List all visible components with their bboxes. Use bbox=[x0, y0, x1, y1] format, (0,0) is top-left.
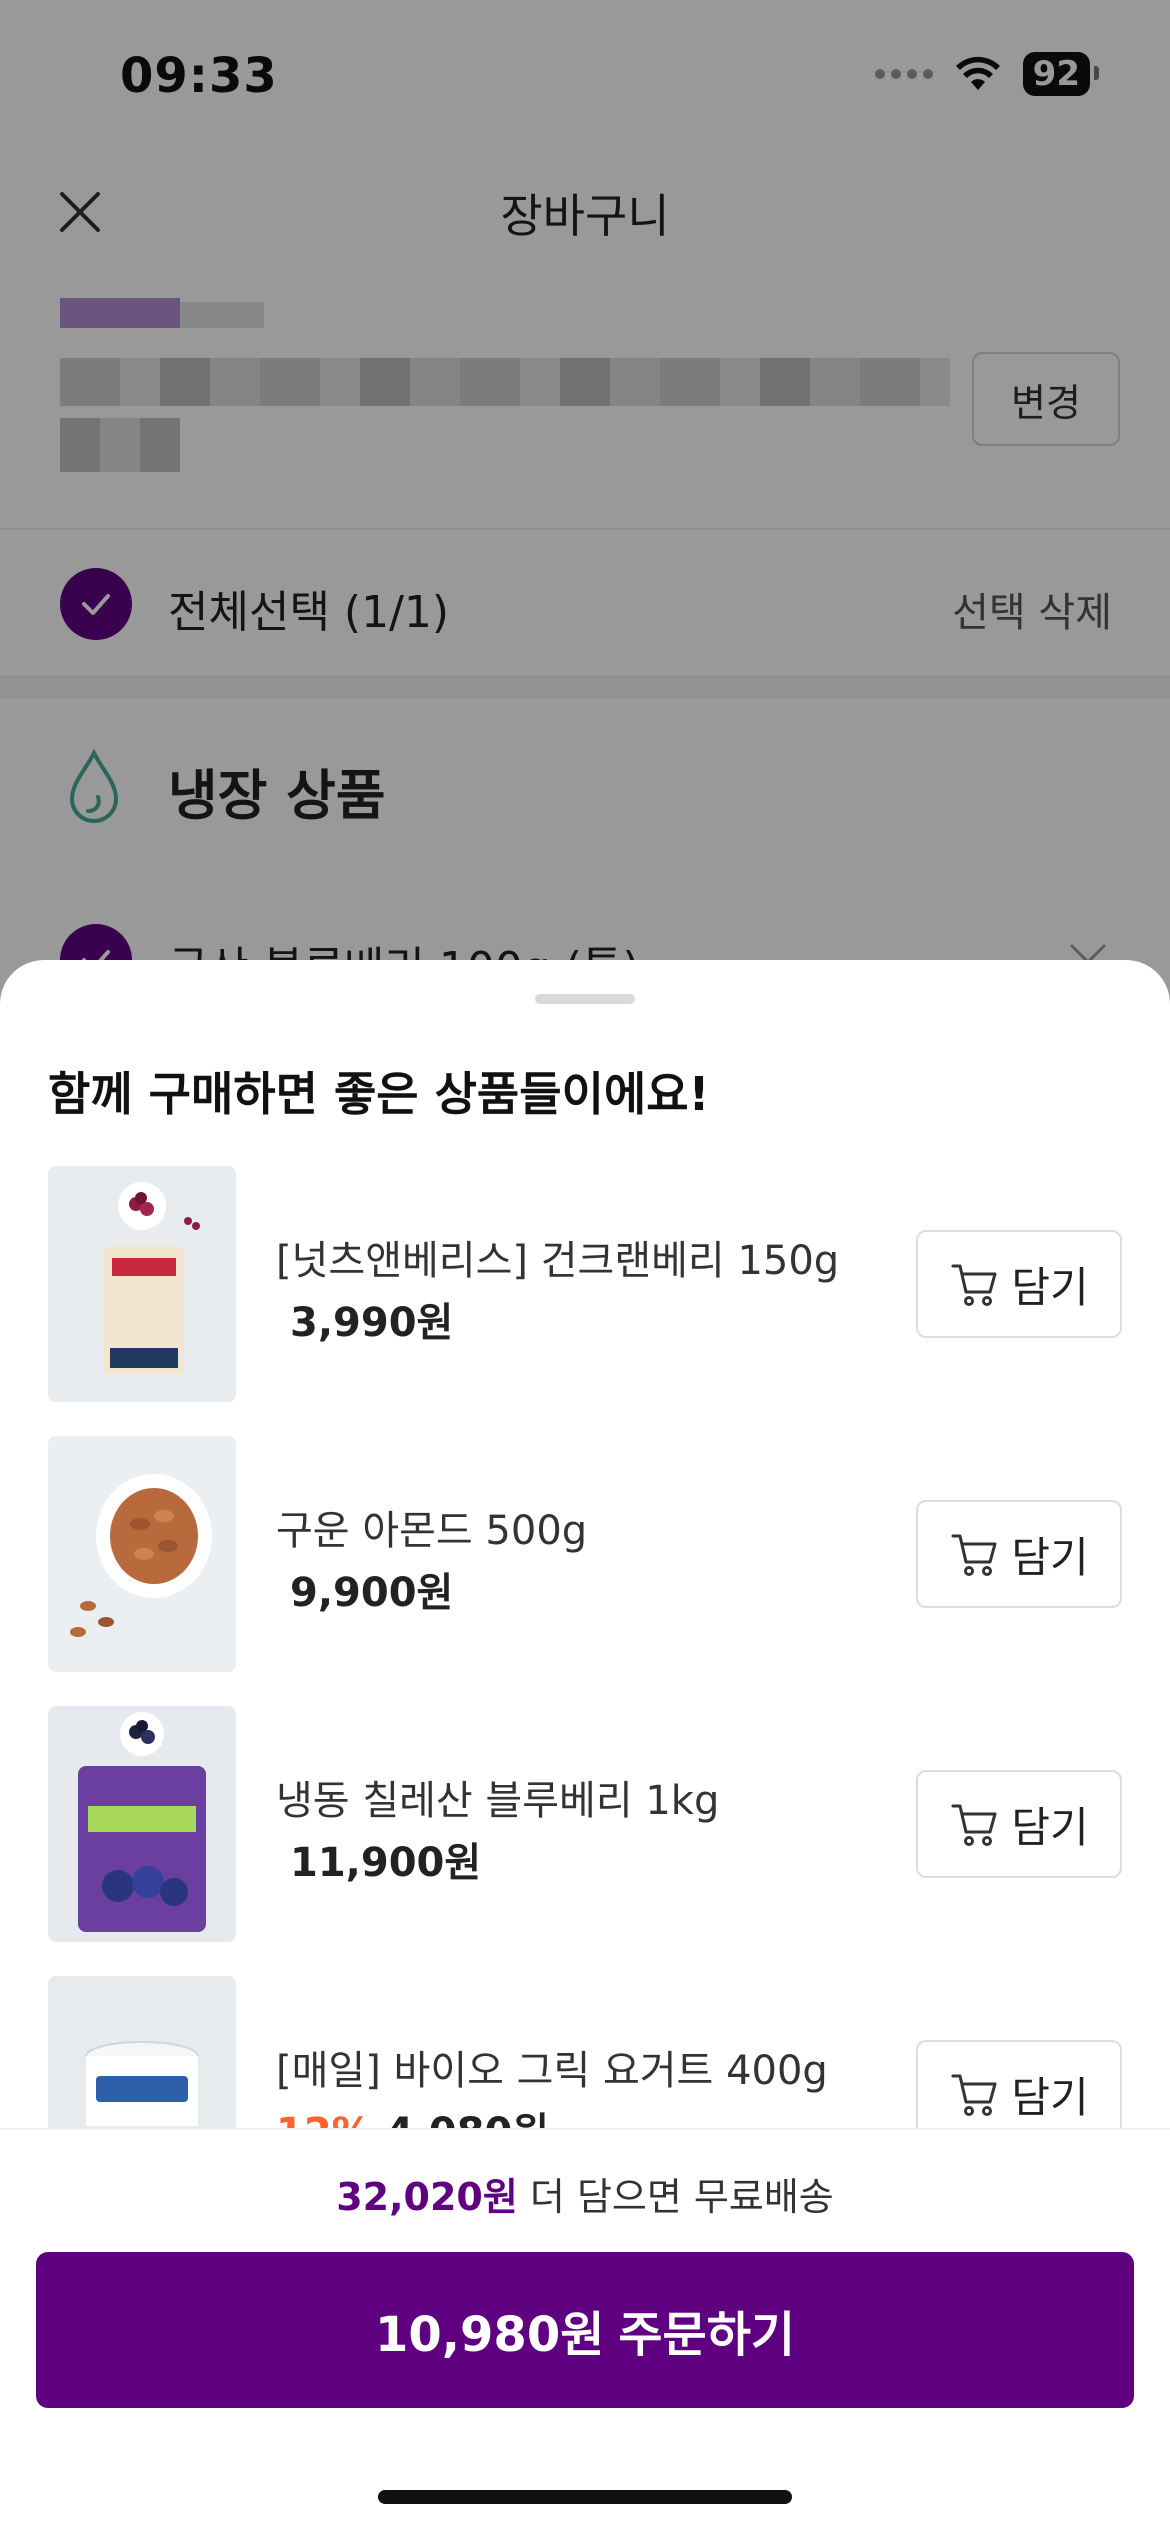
product-price: 9,900원 bbox=[276, 1560, 453, 1618]
product-thumbnail[interactable] bbox=[48, 1706, 236, 1942]
free-shipping-notice: 32,020원 더 담으면 무료배송 bbox=[0, 2166, 1170, 2221]
add-to-cart-label: 담기 bbox=[1011, 1802, 1089, 1852]
add-to-cart-label: 담기 bbox=[1011, 1262, 1089, 1312]
product-thumbnail[interactable] bbox=[48, 1166, 236, 1402]
add-to-cart-label: 담기 bbox=[1011, 2072, 1089, 2122]
add-to-cart-button[interactable]: 담기 bbox=[916, 1230, 1122, 1338]
price-value: 9,900원 bbox=[290, 1570, 454, 1616]
sheet-title: 함께 구매하면 좋은 상품들이에요! bbox=[48, 1067, 710, 1121]
cart-icon bbox=[951, 1804, 997, 1846]
product-name[interactable]: 냉동 칠레산 블루베리 1kg bbox=[276, 1768, 719, 1826]
cranberry-bag-image bbox=[48, 1166, 236, 1402]
cart-icon bbox=[951, 2074, 997, 2116]
yogurt-tub-image bbox=[48, 1976, 236, 2128]
order-button[interactable]: 10,980원 주문하기 bbox=[36, 2252, 1134, 2408]
list-item: [매일] 바이오 그릭 요거트 400g 12% 4,080원 담기 bbox=[0, 1976, 1170, 2128]
product-price: 11,900원 bbox=[276, 1830, 481, 1888]
list-item: 냉동 칠레산 블루베리 1kg 11,900원 담기 bbox=[0, 1706, 1170, 1942]
price-value: 11,900원 bbox=[290, 1840, 482, 1886]
product-name[interactable]: 구운 아몬드 500g bbox=[276, 1498, 587, 1556]
cart-icon bbox=[951, 1534, 997, 1576]
order-amount: 10,980원 bbox=[374, 2307, 605, 2363]
product-name[interactable]: [넛츠앤베리스] 건크랜베리 150g bbox=[276, 1228, 839, 1286]
price-value: 3,990원 bbox=[290, 1300, 454, 1346]
checkout-footer: 32,020원 더 담으면 무료배송 10,980원 주문하기 bbox=[0, 2128, 1170, 2532]
price-value: 4,080원 bbox=[386, 2110, 549, 2128]
add-to-cart-button[interactable]: 담기 bbox=[916, 1770, 1122, 1878]
add-to-cart-button[interactable]: 담기 bbox=[916, 1500, 1122, 1608]
sheet-drag-handle[interactable] bbox=[535, 994, 635, 1004]
almond-bowl-image bbox=[48, 1436, 236, 1672]
recommendation-list[interactable]: [넛츠앤베리스] 건크랜베리 150g 3,990원 담기 구운 아몬드 500… bbox=[0, 1166, 1170, 2128]
free-shipping-text: 더 담으면 무료배송 bbox=[517, 2175, 834, 2219]
free-shipping-amount: 32,020원 bbox=[336, 2175, 518, 2219]
list-item: [넛츠앤베리스] 건크랜베리 150g 3,990원 담기 bbox=[0, 1166, 1170, 1402]
product-thumbnail[interactable] bbox=[48, 1976, 236, 2128]
add-to-cart-label: 담기 bbox=[1011, 1532, 1089, 1582]
blueberry-bag-image bbox=[48, 1706, 236, 1942]
discount-rate: 12% bbox=[276, 2110, 372, 2128]
product-name[interactable]: [매일] 바이오 그릭 요거트 400g bbox=[276, 2038, 828, 2096]
cart-icon bbox=[951, 1264, 997, 1306]
product-thumbnail[interactable] bbox=[48, 1436, 236, 1672]
product-price: 3,990원 bbox=[276, 1290, 453, 1348]
recommendation-sheet: 함께 구매하면 좋은 상품들이에요! [넛츠앤베리스] 건크랜베리 150g 3… bbox=[0, 960, 1170, 2532]
home-indicator bbox=[378, 2490, 792, 2504]
add-to-cart-button[interactable]: 담기 bbox=[916, 2040, 1122, 2128]
order-label: 주문하기 bbox=[618, 2307, 796, 2363]
list-item: 구운 아몬드 500g 9,900원 담기 bbox=[0, 1436, 1170, 1672]
product-price: 12% 4,080원 bbox=[276, 2100, 549, 2128]
